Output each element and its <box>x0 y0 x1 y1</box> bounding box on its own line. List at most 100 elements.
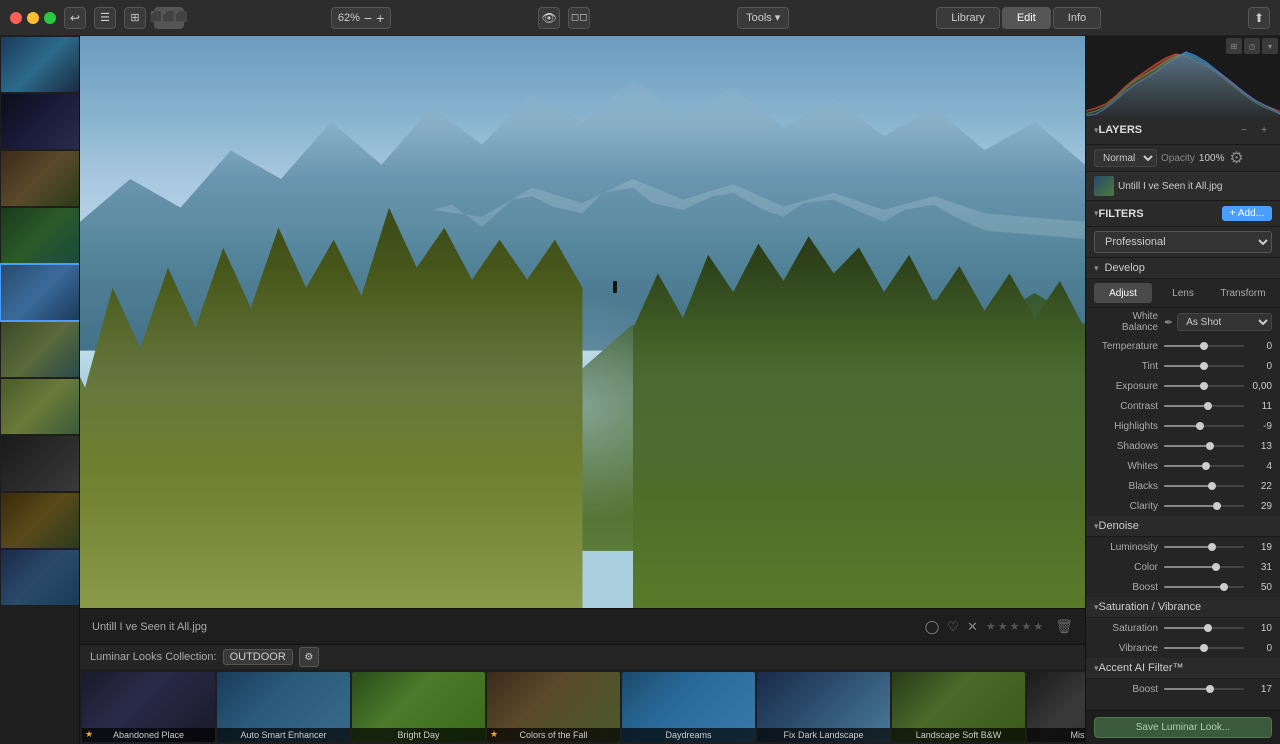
temperature-slider[interactable] <box>1164 345 1244 347</box>
histogram: ⊞ ◷ ▾ <box>1086 36 1280 116</box>
filmstrip-item-7[interactable]: Misty Lan... <box>1027 672 1085 742</box>
blacks-slider[interactable] <box>1164 485 1244 487</box>
layers-close[interactable]: + <box>1256 122 1272 138</box>
exposure-label: Exposure <box>1094 381 1164 392</box>
image-footer: Untill I ve Seen it All.jpg ◯ ♡ ✕ ★ ★ ★ … <box>80 608 1085 644</box>
transform-tab[interactable]: Transform <box>1214 283 1272 303</box>
filmstrip-settings[interactable]: ⚙ <box>299 647 319 667</box>
right-panel: ⊞ ◷ ▾ <box>1085 36 1280 744</box>
highlights-slider[interactable] <box>1164 425 1244 427</box>
delete-button[interactable]: 🗑 <box>1055 618 1073 635</box>
preview-button[interactable]: 👁 <box>538 7 560 29</box>
zoom-in-button[interactable]: + <box>376 11 384 25</box>
preset-select[interactable]: Professional <box>1094 231 1272 253</box>
thumbnail-9[interactable] <box>1 493 79 548</box>
layout-button[interactable]: ⊞ <box>124 7 146 29</box>
filmstrip-item-1[interactable]: Auto Smart Enhancer <box>217 672 350 742</box>
denoise-boost-value: 50 <box>1244 582 1272 593</box>
right-scroll[interactable]: ▾ LAYERS − + Normal Opacity 100% ⚙ Until… <box>1086 116 1280 710</box>
tint-row: Tint 0 <box>1086 356 1280 376</box>
filmstrip-item-0[interactable]: Abandoned Place ★ <box>82 672 215 742</box>
develop-section-header[interactable]: ▾ Develop <box>1086 258 1280 279</box>
star-2[interactable]: ★ <box>998 620 1008 633</box>
saturation-slider[interactable] <box>1164 627 1244 629</box>
layer-thumbnail <box>1094 176 1114 196</box>
clarity-slider[interactable] <box>1164 505 1244 507</box>
accent-boost-slider[interactable] <box>1164 688 1244 690</box>
filename-label: Untill I ve Seen it All.jpg <box>92 621 913 633</box>
adjust-tab[interactable]: Adjust <box>1094 283 1152 303</box>
thumbnail-7[interactable] <box>1 379 79 434</box>
close-button[interactable] <box>10 12 22 24</box>
blend-mode-select[interactable]: Normal <box>1094 149 1157 167</box>
whites-slider[interactable] <box>1164 465 1244 467</box>
thumbnail-6[interactable] <box>1 322 79 377</box>
tools-button[interactable]: Tools ▾ <box>737 7 789 29</box>
export-button[interactable]: ⬆ <box>1248 7 1270 29</box>
vibrance-label: Vibrance <box>1094 643 1164 654</box>
thumbnail-3[interactable] <box>1 151 79 206</box>
thumbnail-2[interactable] <box>1 94 79 149</box>
minimize-button[interactable] <box>27 12 39 24</box>
zoom-out-button[interactable]: − <box>364 11 372 25</box>
image-actions: ◯ ♡ ✕ ★ ★ ★ ★ ★ <box>925 619 1044 635</box>
library-tab[interactable]: Library <box>936 7 1000 29</box>
tint-slider[interactable] <box>1164 365 1244 367</box>
fullscreen-button[interactable] <box>44 12 56 24</box>
info-tab[interactable]: Info <box>1053 7 1101 29</box>
star-5[interactable]: ★ <box>1033 620 1043 633</box>
denoise-section-header[interactable]: ▾ Denoise <box>1086 516 1280 537</box>
layers-section-header[interactable]: ▾ LAYERS − + <box>1086 116 1280 145</box>
heart-action[interactable]: ♡ <box>947 619 959 635</box>
filmstrip-item-2[interactable]: Bright Day <box>352 672 485 742</box>
image-canvas[interactable] <box>80 36 1085 608</box>
add-filter-button[interactable]: + Add... <box>1222 206 1272 221</box>
color-slider[interactable] <box>1164 566 1244 568</box>
vibrance-slider[interactable] <box>1164 647 1244 649</box>
accent-section-header[interactable]: ▾ Accent AI Filter™ <box>1086 658 1280 679</box>
wb-select[interactable]: As Shot <box>1177 313 1272 331</box>
layers-settings[interactable]: ⚙ <box>1228 150 1244 166</box>
thumbnail-4[interactable] <box>1 208 79 263</box>
filmstrip-item-3[interactable]: Colors of the Fall ★ <box>487 672 620 742</box>
star-3[interactable]: ★ <box>1010 620 1020 633</box>
layer-row[interactable]: Untill I ve Seen it All.jpg <box>1086 172 1280 201</box>
thumbnail-8[interactable] <box>1 436 79 491</box>
contrast-row: Contrast 11 <box>1086 396 1280 416</box>
collection-selector[interactable]: OUTDOOR <box>223 649 293 665</box>
filmstrip-item-5[interactable]: Fix Dark Landscape <box>757 672 890 742</box>
compare-button[interactable]: ◻◻ <box>568 7 590 29</box>
filmstrip-button[interactable]: ⬛⬛⬛ <box>154 7 184 29</box>
filmstrip: Luminar Looks Collection: OUTDOOR ⚙ Aban… <box>80 644 1085 744</box>
contrast-slider[interactable] <box>1164 405 1244 407</box>
thumbnail-1[interactable] <box>1 37 79 92</box>
tools-arrow: ▾ <box>775 11 781 24</box>
exposure-slider[interactable] <box>1164 385 1244 387</box>
edit-tab[interactable]: Edit <box>1002 7 1051 29</box>
save-luminar-look-button[interactable]: Save Luminar Look... <box>1094 717 1272 738</box>
filters-section-header: ▾ FILTERS + Add... <box>1086 201 1280 227</box>
shadows-label: Shadows <box>1094 441 1164 452</box>
filmstrip-item-6[interactable]: Landscape Soft B&W <box>892 672 1025 742</box>
thumbnail-5[interactable] <box>1 265 79 320</box>
layers-minimize[interactable]: − <box>1236 122 1252 138</box>
star-1[interactable]: ★ <box>986 620 996 633</box>
highlights-row: Highlights -9 <box>1086 416 1280 436</box>
saturation-label: Saturation <box>1094 623 1164 634</box>
list-view-button[interactable]: ☰ <box>94 7 116 29</box>
denoise-boost-slider[interactable] <box>1164 586 1244 588</box>
luminosity-value: 19 <box>1244 542 1272 553</box>
back-button[interactable]: ↩ <box>64 7 86 29</box>
saturation-section-header[interactable]: ▾ Saturation / Vibrance <box>1086 597 1280 618</box>
circle-action[interactable]: ◯ <box>925 619 940 635</box>
accent-boost-value: 17 <box>1244 684 1272 695</box>
luminosity-slider[interactable] <box>1164 546 1244 548</box>
star-4[interactable]: ★ <box>1021 620 1031 633</box>
shadows-slider[interactable] <box>1164 445 1244 447</box>
vibrance-value: 0 <box>1244 643 1272 654</box>
lens-tab[interactable]: Lens <box>1154 283 1212 303</box>
eyedropper-icon[interactable]: ✒ <box>1164 316 1173 329</box>
filmstrip-item-4[interactable]: Daydreams <box>622 672 755 742</box>
thumbnail-10[interactable] <box>1 550 79 605</box>
reject-action[interactable]: ✕ <box>967 619 978 635</box>
